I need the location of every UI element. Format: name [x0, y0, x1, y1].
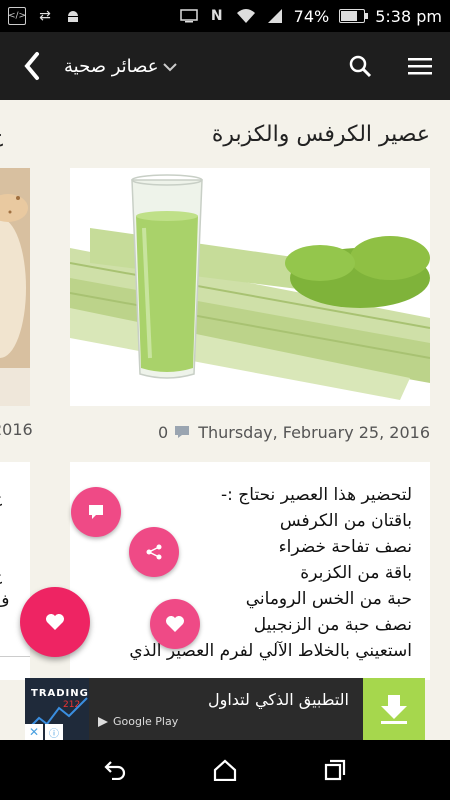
post-meta: 0 Thursday, February 25, 2016: [70, 420, 430, 444]
search-button[interactable]: [330, 32, 390, 100]
ad-download-button[interactable]: [363, 678, 425, 740]
ad-text: التطبيق الذكي لتداول Google Play: [89, 690, 363, 728]
post-image[interactable]: [70, 168, 430, 406]
body-line: نصف حبة من الزنجبيل: [253, 615, 412, 635]
body-line: استعيني بالخلاط الآلي لفرم العصير الذي: [129, 641, 412, 661]
status-right: N 74% 5:38 pm: [179, 6, 442, 26]
peek-title: ع: [0, 122, 3, 147]
store-label: Google Play: [113, 715, 179, 728]
android-icon: [64, 6, 82, 26]
nav-home-button[interactable]: [200, 745, 250, 795]
body-line: حبة من الخس الروماني: [245, 589, 412, 609]
download-icon: [381, 695, 407, 724]
share-icon: [146, 544, 162, 560]
back-icon: [104, 761, 126, 780]
clock: 5:38 pm: [375, 6, 442, 26]
sync-arrows-icon: ⇄: [39, 8, 51, 24]
battery-icon: [339, 9, 369, 23]
comment-count[interactable]: 0: [70, 423, 190, 442]
category-dropdown[interactable]: عصائر صحية: [64, 56, 178, 77]
comment-icon: [175, 426, 190, 438]
cast-icon: [179, 6, 198, 26]
post-date: Thursday, February 25, 2016: [198, 422, 430, 442]
back-button[interactable]: [0, 32, 64, 100]
recents-icon: [324, 759, 346, 781]
play-store-icon: [98, 716, 108, 727]
peek-line: ع: [0, 562, 30, 588]
share-fab[interactable]: [129, 527, 179, 577]
body-line: باقتان من الكرفس: [279, 511, 412, 531]
system-nav-bar: [0, 740, 450, 800]
peek-line: ع: [0, 484, 30, 510]
comment-count-value: 0: [158, 422, 169, 442]
app-bar: عصائر صحية: [0, 32, 450, 100]
heart-icon: [166, 616, 184, 632]
status-bar: </> ⇄ N 74% 5:38 pm: [0, 0, 450, 32]
chevron-left-icon: [24, 52, 39, 80]
ad-headline: التطبيق الذكي لتداول: [207, 690, 349, 709]
status-left: </> ⇄: [8, 6, 82, 26]
body-line: لتحضير هذا العصير نحتاج :-: [221, 485, 412, 505]
ad-banner[interactable]: TRADING 212 التطبيق الذكي لتداول Google …: [25, 678, 425, 740]
menu-button[interactable]: [390, 32, 450, 100]
signal-icon: [266, 6, 284, 26]
battery-percent: 74%: [293, 6, 330, 26]
peek-footer: [0, 656, 30, 680]
peek-date: 2016: [0, 420, 33, 439]
peek-line: و: [0, 510, 30, 536]
post-body: لتحضير هذا العصير نحتاج :- باقتان من الك…: [70, 462, 430, 680]
ad-info-button[interactable]: ⓘ: [45, 724, 63, 740]
peek-image: [0, 168, 30, 406]
wifi-icon: [236, 6, 256, 26]
favorite-fab[interactable]: [150, 599, 200, 649]
hamburger-menu-icon: [408, 58, 432, 75]
app-title: عصائر صحية: [64, 55, 159, 77]
chevron-down-icon: [163, 63, 178, 72]
comment-icon: [89, 505, 103, 519]
peek-line: ا: [0, 536, 30, 562]
comment-fab[interactable]: [71, 487, 121, 537]
battery-level: [341, 11, 357, 21]
nfc-icon: N: [210, 8, 223, 24]
nav-back-button[interactable]: [90, 745, 140, 795]
heart-icon: [46, 614, 64, 630]
google-play-badge[interactable]: Google Play: [89, 715, 349, 728]
search-icon: [349, 55, 372, 78]
peek-body: ع و ا ع ف: [0, 462, 30, 680]
body-line: باقة من الكزبرة: [300, 563, 412, 583]
home-icon: [213, 759, 237, 781]
app-bar-actions: [330, 32, 450, 100]
nav-recents-button[interactable]: [310, 745, 360, 795]
main-fab[interactable]: [20, 587, 90, 657]
post-title[interactable]: عصير الكرفس والكزبرة: [212, 122, 430, 147]
ad-close-button[interactable]: ✕: [25, 724, 43, 740]
code-icon: </>: [8, 7, 26, 25]
juice-glass: [131, 174, 203, 379]
